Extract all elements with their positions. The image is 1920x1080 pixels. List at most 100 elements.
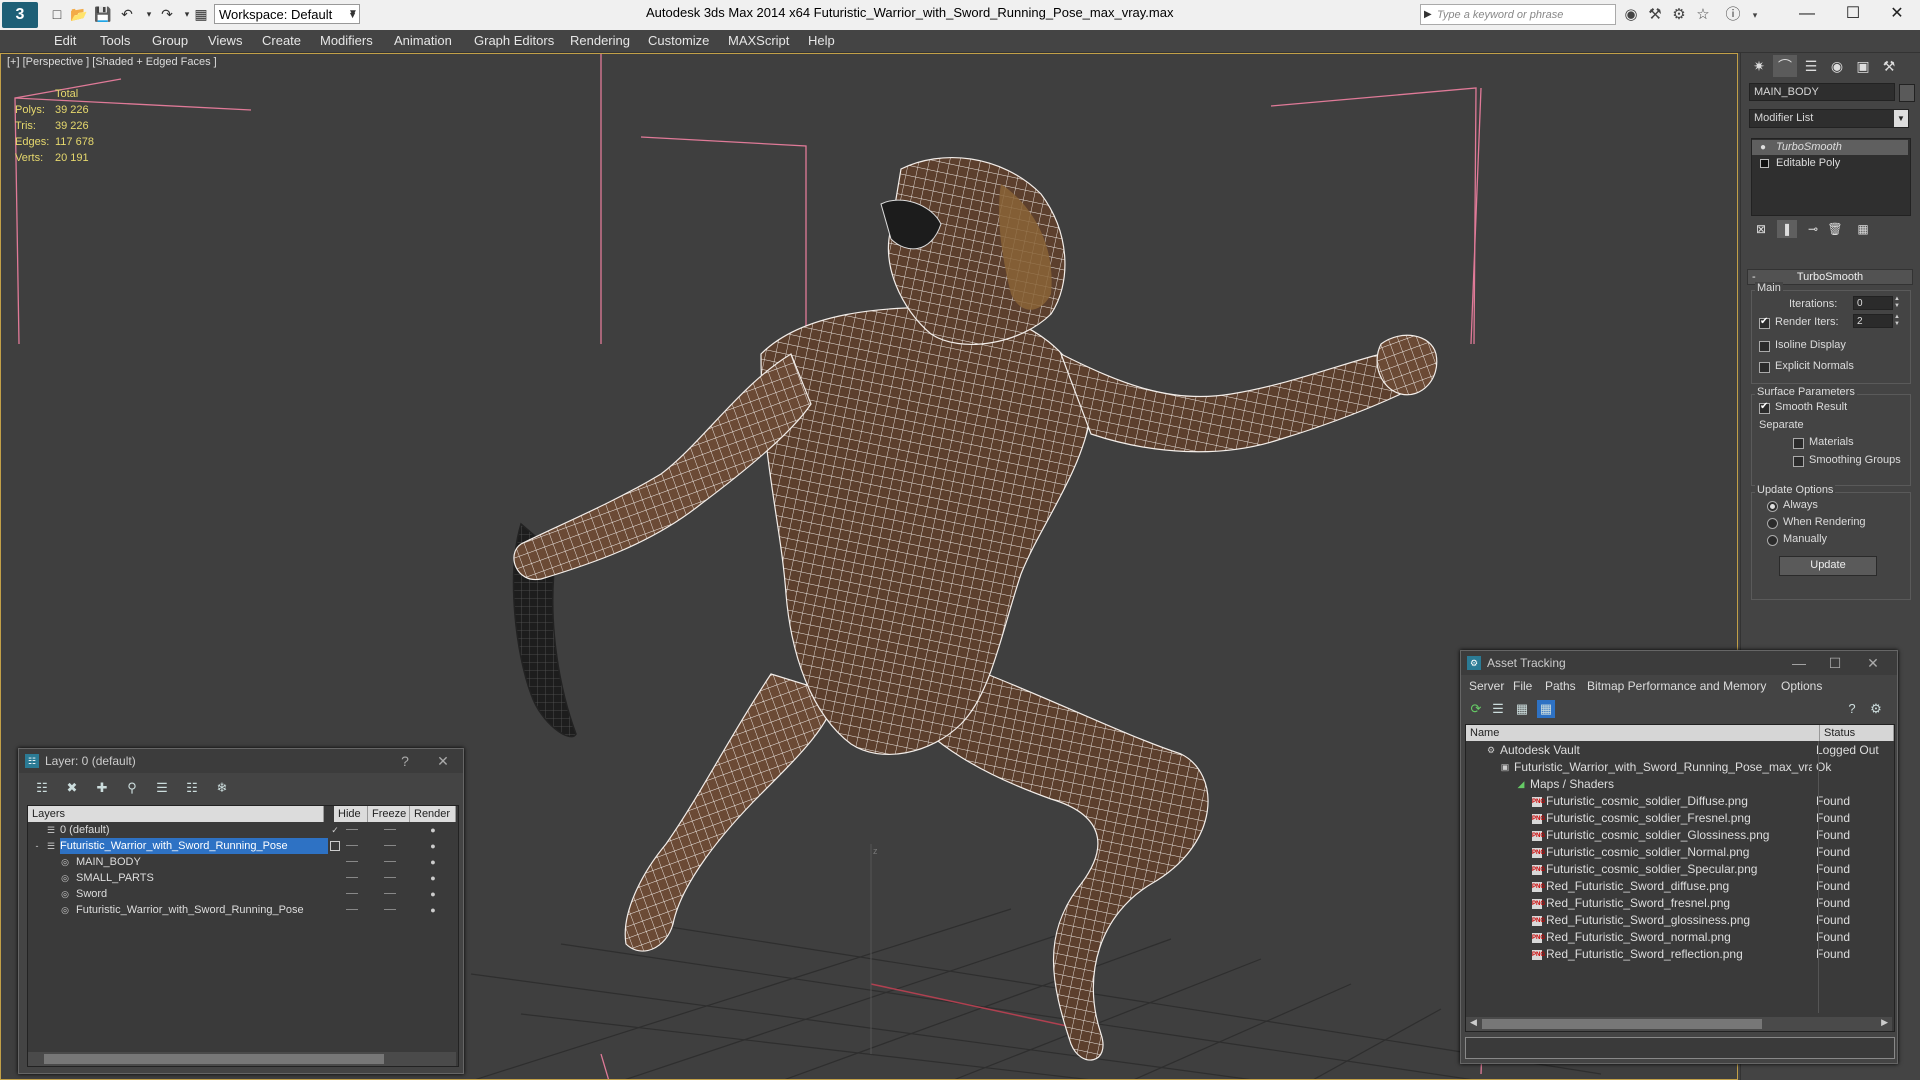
utilities-tab-icon[interactable]: ⚒ — [1877, 55, 1901, 77]
layer-row[interactable]: ◎ Sword ● — [28, 886, 458, 902]
project-folder-icon[interactable]: ▦ — [192, 5, 210, 23]
menu-options[interactable]: Options — [1781, 679, 1822, 693]
select-objects-icon[interactable]: ⚲ — [123, 779, 141, 797]
menu-edit[interactable]: Edit — [54, 33, 76, 48]
hide-toggle[interactable] — [346, 829, 358, 830]
isoline-display-checkbox[interactable] — [1759, 341, 1770, 352]
warrior-model[interactable] — [512, 156, 1438, 1061]
horizontal-scrollbar[interactable] — [28, 1052, 456, 1066]
undo-icon[interactable]: ↶ — [118, 5, 136, 23]
minimize-window-button[interactable]: — — [1784, 0, 1830, 30]
asset-row[interactable]: PNG Red_Futuristic_Sword_glossiness.png … — [1466, 912, 1906, 929]
maximize-icon[interactable]: ☐ — [1817, 651, 1853, 675]
asset-row[interactable]: PNG Futuristic_cosmic_soldier_Diffuse.pn… — [1466, 793, 1906, 810]
always-radio[interactable] — [1767, 501, 1778, 512]
show-end-result-icon[interactable]: ❚ — [1777, 220, 1797, 238]
motion-tab-icon[interactable]: ◉ — [1825, 55, 1849, 77]
layer-row-selected[interactable]: - ☰ Futuristic_Warrior_with_Sword_Runnin… — [28, 838, 458, 854]
asset-path-field[interactable] — [1465, 1037, 1895, 1059]
menu-create[interactable]: Create — [262, 33, 301, 48]
collapse-icon[interactable]: - — [32, 841, 42, 851]
column-header-name[interactable]: Name — [1466, 725, 1820, 741]
undo-dropdown-icon[interactable]: ▾ — [140, 5, 158, 23]
freeze-toggle[interactable] — [384, 861, 396, 862]
refresh-icon[interactable]: ⟳ — [1467, 700, 1485, 718]
spinner-arrows-icon[interactable]: ▲ ▼ — [1893, 314, 1901, 328]
menu-animation[interactable]: Animation — [394, 33, 452, 48]
horizontal-scrollbar[interactable]: ◀ ▶ — [1466, 1017, 1892, 1031]
menu-graph-editors[interactable]: Graph Editors — [474, 33, 554, 48]
viewport-label[interactable]: [+] [Perspective ] [Shaded + Edged Faces… — [7, 56, 217, 68]
menu-help[interactable]: Help — [808, 33, 835, 48]
configure-modifier-sets-icon[interactable]: ▦ — [1853, 220, 1873, 238]
hide-toggle[interactable] — [346, 909, 358, 910]
update-button[interactable]: Update — [1779, 556, 1877, 576]
scrollbar-thumb[interactable] — [44, 1054, 384, 1064]
freeze-toggle[interactable] — [384, 893, 396, 894]
hide-toggle[interactable] — [346, 845, 358, 846]
table-view-icon[interactable]: ▦ — [1537, 700, 1555, 718]
scroll-right-icon[interactable]: ▶ — [1881, 1017, 1888, 1028]
hierarchy-tab-icon[interactable]: ☰ — [1799, 55, 1823, 77]
search-input[interactable]: ▶ Type a keyword or phrase — [1420, 4, 1616, 25]
render-teapot-icon[interactable]: ● — [428, 857, 438, 867]
column-header-freeze[interactable]: Freeze — [368, 806, 410, 822]
column-header-render[interactable]: Render — [410, 806, 456, 822]
asset-row[interactable]: ▣ Futuristic_Warrior_with_Sword_Running_… — [1466, 759, 1906, 776]
render-teapot-icon[interactable]: ● — [428, 905, 438, 915]
help-icon[interactable]: ⓘ — [1722, 5, 1744, 25]
hide-toggle[interactable] — [346, 877, 358, 878]
stack-item-editable-poly[interactable]: Editable Poly — [1752, 156, 1908, 171]
workspace-dropdown[interactable]: Workspace: Default ▼ — [214, 4, 360, 24]
remove-modifier-icon[interactable]: 🗑 — [1825, 220, 1845, 238]
freeze-all-layers-icon[interactable]: ❄ — [213, 779, 231, 797]
close-icon[interactable]: ✕ — [425, 749, 461, 773]
communication-center-icon[interactable]: ⚙ — [1668, 5, 1690, 25]
highlight-layer-icon[interactable]: ☰ — [153, 779, 171, 797]
subscription-icon[interactable]: ⚒ — [1644, 5, 1666, 25]
render-iters-spinner[interactable]: 2 — [1853, 314, 1893, 328]
help-icon[interactable]: ? — [1843, 700, 1861, 718]
freeze-toggle[interactable] — [384, 877, 396, 878]
asset-row[interactable]: ⚙ Autodesk Vault Logged Out — [1466, 742, 1906, 759]
modify-tab-icon[interactable]: ⌒ — [1773, 55, 1797, 77]
iterations-spinner[interactable]: 0 — [1853, 296, 1893, 310]
expand-box-icon[interactable] — [1760, 159, 1769, 168]
menu-customize[interactable]: Customize — [648, 33, 709, 48]
menu-rendering[interactable]: Rendering — [570, 33, 630, 48]
smooth-result-checkbox[interactable] — [1759, 401, 1770, 414]
save-file-icon[interactable]: 💾 — [94, 5, 112, 23]
list-view-icon[interactable]: ☰ — [1489, 700, 1507, 718]
close-window-button[interactable]: ✕ — [1874, 0, 1920, 30]
maximize-window-button[interactable]: ☐ — [1830, 0, 1876, 30]
favorites-star-icon[interactable]: ☆ — [1692, 5, 1714, 25]
delete-layer-icon[interactable]: ✖ — [63, 779, 81, 797]
hide-all-layers-icon[interactable]: ☷ — [183, 779, 201, 797]
render-iters-checkbox[interactable] — [1759, 316, 1770, 329]
asset-row[interactable]: PNG Futuristic_cosmic_soldier_Fresnel.pn… — [1466, 810, 1906, 827]
asset-row[interactable]: PNG Red_Futuristic_Sword_normal.png Foun… — [1466, 929, 1906, 946]
object-name-field[interactable]: MAIN_BODY — [1749, 83, 1895, 101]
menu-views[interactable]: Views — [208, 33, 242, 48]
redo-icon[interactable]: ↷ — [158, 5, 176, 23]
workspace-menu-icon[interactable]: ▼ — [344, 5, 362, 23]
asset-row[interactable]: PNG Futuristic_cosmic_soldier_Glossiness… — [1466, 827, 1906, 844]
help-icon[interactable]: ? — [387, 749, 423, 773]
menu-modifiers[interactable]: Modifiers — [320, 33, 373, 48]
asset-row[interactable]: PNG Red_Futuristic_Sword_reflection.png … — [1466, 946, 1906, 963]
menu-paths[interactable]: Paths — [1545, 679, 1576, 693]
menu-group[interactable]: Group — [152, 33, 188, 48]
asset-row[interactable]: PNG Futuristic_cosmic_soldier_Specular.p… — [1466, 861, 1906, 878]
object-color-swatch[interactable] — [1899, 84, 1915, 102]
make-unique-icon[interactable]: ⊸ — [1803, 220, 1823, 238]
pin-stack-icon[interactable]: ⊠ — [1751, 220, 1771, 238]
explicit-normals-checkbox[interactable] — [1759, 362, 1770, 373]
column-header-status[interactable]: Status — [1820, 725, 1894, 741]
menu-tools[interactable]: Tools — [100, 33, 130, 48]
column-header-hide[interactable]: Hide — [334, 806, 368, 822]
hide-toggle[interactable] — [346, 893, 358, 894]
materials-checkbox[interactable] — [1793, 438, 1804, 449]
layer-row[interactable]: ◎ SMALL_PARTS ● — [28, 870, 458, 886]
freeze-toggle[interactable] — [384, 829, 396, 830]
spinner-arrows-icon[interactable]: ▲ ▼ — [1893, 296, 1901, 310]
